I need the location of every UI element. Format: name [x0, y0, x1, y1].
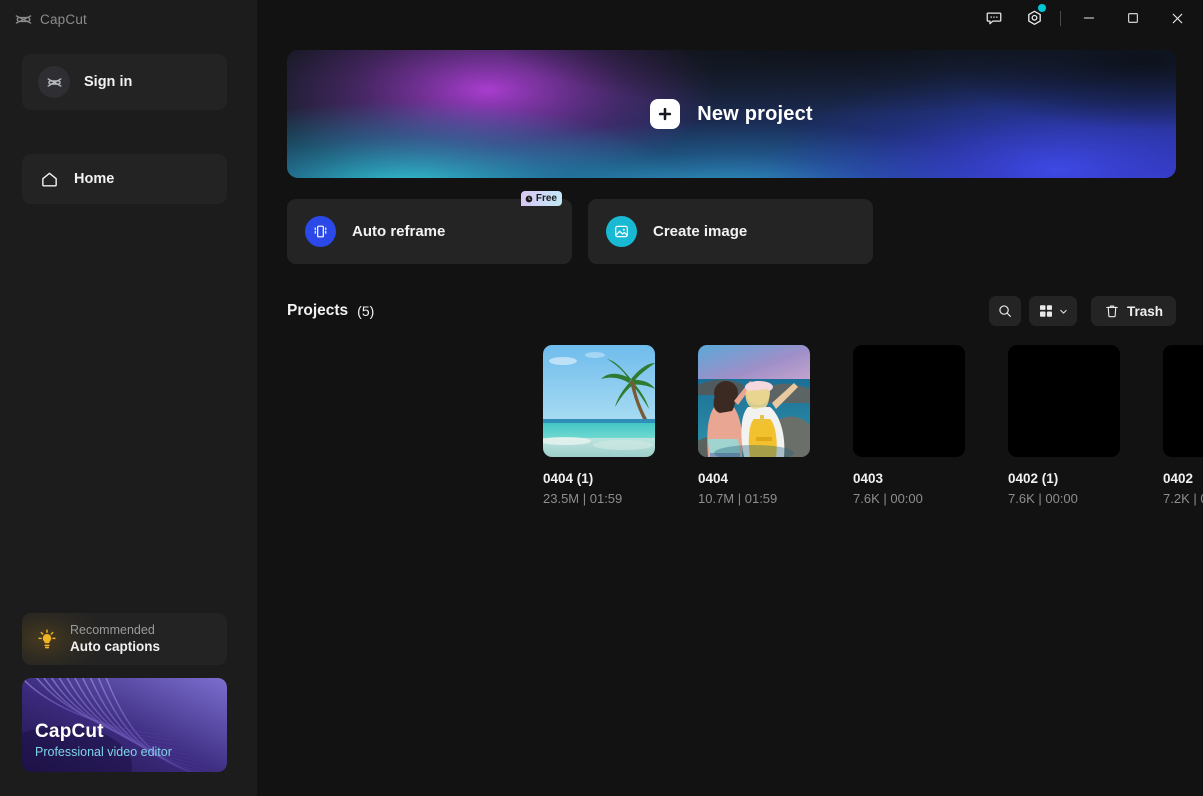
- project-meta: 10.7M | 01:59: [698, 491, 778, 506]
- blank-thumbnail: [1163, 345, 1203, 457]
- image-icon: [606, 216, 637, 247]
- feedback-chat-icon: [986, 12, 1002, 25]
- project-item[interactable]: 0404 10.7M | 01:59: [698, 345, 810, 507]
- close-icon: [1172, 13, 1182, 23]
- sidebar-item-home[interactable]: Home: [22, 154, 227, 204]
- trash-label: Trash: [1126, 303, 1164, 319]
- lightbulb-icon: [36, 628, 58, 650]
- home-icon: [40, 170, 59, 189]
- create-image-card[interactable]: Create image: [588, 199, 873, 264]
- project-name: 0402: [1163, 471, 1194, 486]
- beach-palm-thumbnail-art: [543, 345, 655, 457]
- clock-icon: [525, 195, 533, 202]
- grid-view-icon: [1039, 305, 1052, 317]
- project-thumbnail[interactable]: [1008, 345, 1120, 457]
- settings-button[interactable]: [1014, 0, 1054, 36]
- free-badge: Free: [520, 191, 562, 206]
- projects-title: Projects: [287, 302, 349, 319]
- project-meta: 7.6K | 00:00: [853, 491, 923, 506]
- new-project-label: New project: [697, 102, 813, 125]
- search-icon: [999, 305, 1011, 317]
- app-brand: CapCut: [14, 8, 87, 30]
- project-name: 0403: [853, 471, 884, 486]
- projects-header: Projects (5) Trash: [287, 295, 1176, 327]
- project-thumbnail[interactable]: [853, 345, 965, 457]
- recommended-title: Auto captions: [70, 639, 160, 654]
- project-meta: 23.5M | 01:59: [543, 491, 623, 506]
- maximize-button[interactable]: [1111, 0, 1155, 36]
- sign-in-label: Sign in: [84, 74, 133, 90]
- feedback-button[interactable]: [974, 0, 1014, 36]
- close-button[interactable]: [1155, 0, 1199, 36]
- blank-thumbnail: [1008, 345, 1120, 457]
- app-brand-name: CapCut: [40, 11, 87, 27]
- coast-friends-thumbnail-art: [698, 345, 810, 457]
- main-content: New project Auto reframe Free Create ima…: [257, 0, 1203, 796]
- projects-count: (5): [357, 303, 375, 319]
- capcut-home-window: CapCut Sign in Home Recommended Auto cap…: [0, 0, 1203, 796]
- create-image-label: Create image: [653, 223, 748, 240]
- sidebar: CapCut Sign in Home Recommended Auto cap…: [0, 0, 257, 796]
- project-item[interactable]: 0402 (1) 7.6K | 00:00: [1008, 345, 1120, 507]
- project-item[interactable]: 0402 7.2K | 00:00: [1163, 345, 1203, 507]
- view-options-button[interactable]: [1029, 296, 1077, 326]
- window-titlebar: [974, 0, 1203, 36]
- project-thumbnail[interactable]: [1163, 345, 1203, 457]
- project-meta: 7.2K | 00:00: [1163, 491, 1203, 506]
- auto-reframe-label: Auto reframe: [352, 223, 446, 240]
- promo-title: CapCut: [35, 721, 104, 742]
- project-thumbnail[interactable]: [698, 345, 810, 457]
- blank-thumbnail: [853, 345, 965, 457]
- capcut-promo-card[interactable]: CapCut Professional video editor: [22, 678, 227, 772]
- project-name: 0404 (1): [543, 471, 594, 486]
- plus-icon: [650, 99, 681, 129]
- capcut-avatar-icon: [38, 66, 70, 98]
- search-button[interactable]: [989, 296, 1021, 326]
- project-item[interactable]: 0404 (1) 23.5M | 01:59: [543, 345, 655, 507]
- sidebar-item-home-label: Home: [74, 171, 115, 187]
- free-badge-label: Free: [535, 193, 557, 204]
- project-name: 0402 (1): [1008, 471, 1059, 486]
- trash-icon: [1106, 305, 1118, 318]
- project-name: 0404: [698, 471, 729, 486]
- project-meta: 7.6K | 00:00: [1008, 491, 1078, 506]
- minimize-icon: [1083, 17, 1095, 19]
- minimize-button[interactable]: [1067, 0, 1111, 36]
- trash-button[interactable]: Trash: [1091, 296, 1176, 326]
- capcut-logo-icon: [14, 10, 33, 29]
- recommended-eyebrow: Recommended: [70, 623, 155, 637]
- recommended-auto-captions-card[interactable]: Recommended Auto captions: [22, 613, 227, 665]
- project-thumbnail[interactable]: [543, 345, 655, 457]
- settings-notification-dot: [1038, 4, 1046, 12]
- chevron-down-icon: [1059, 309, 1067, 314]
- maximize-icon: [1128, 13, 1138, 23]
- auto-reframe-card[interactable]: Auto reframe Free: [287, 191, 572, 264]
- new-project-banner[interactable]: New project: [287, 50, 1176, 178]
- project-item[interactable]: 0403 7.6K | 00:00: [853, 345, 965, 507]
- sign-in-button[interactable]: Sign in: [22, 54, 227, 110]
- auto-reframe-icon: [305, 216, 336, 247]
- promo-subtitle: Professional video editor: [35, 745, 172, 759]
- titlebar-divider: [1060, 10, 1061, 26]
